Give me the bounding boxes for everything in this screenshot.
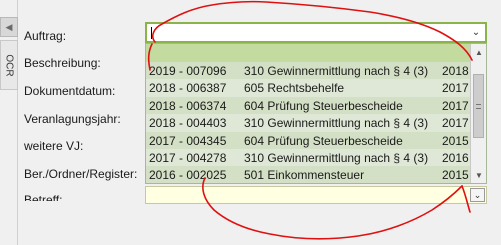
row-year: 2015 bbox=[442, 133, 469, 148]
row-auftrag-number: 2018 - 004403 bbox=[149, 116, 227, 131]
dropdown-row[interactable]: 2017 - 004345 604 Prüfung Steuerbescheid… bbox=[146, 131, 486, 149]
dropdown-row[interactable]: 2019 - 007096 310 Gewinnermittlung nach … bbox=[146, 62, 486, 80]
dropdown-scrollbar[interactable]: ▲ ▼ bbox=[470, 44, 486, 183]
row-description: 605 Rechtsbehelfe bbox=[244, 81, 345, 96]
auftrag-combobox[interactable]: ⌄ bbox=[145, 22, 487, 43]
label-betreff: Betreff: bbox=[24, 193, 63, 201]
ocr-tab-label: OCR bbox=[3, 53, 15, 77]
dropdown-row[interactable]: 2018 - 004403 310 Gewinnermittlung nach … bbox=[146, 114, 486, 131]
scroll-up-icon[interactable]: ▲ bbox=[471, 44, 486, 60]
panel-scroll-left-arrow[interactable]: ◀ bbox=[0, 17, 18, 37]
dropdown-row[interactable]: 2017 - 004278 310 Gewinnermittlung nach … bbox=[146, 149, 486, 166]
row-auftrag-number: 2018 - 006374 bbox=[149, 98, 227, 113]
scrollbar-thumb[interactable] bbox=[473, 74, 484, 138]
dropdown-row[interactable]: 2018 - 006374 604 Prüfung Steuerbescheid… bbox=[146, 96, 486, 115]
row-description: 604 Prüfung Steuerbescheide bbox=[244, 98, 403, 113]
label-veranlagungsjahr: Veranlagungsjahr: bbox=[24, 112, 121, 126]
betreff-combobox[interactable]: ⌄ bbox=[145, 186, 487, 204]
row-description: 310 Gewinnermittlung nach § 4 (3) bbox=[244, 116, 429, 131]
label-ber-ordner-register: Ber./Ordner/Register: bbox=[24, 167, 138, 181]
row-year: 2017 bbox=[442, 116, 469, 131]
scroll-down-icon[interactable]: ▼ bbox=[471, 167, 486, 183]
row-year: 2016 bbox=[442, 150, 469, 165]
chevron-down-icon[interactable]: ⌄ bbox=[470, 188, 485, 202]
row-year: 2018 bbox=[442, 64, 469, 78]
text-caret bbox=[151, 27, 152, 39]
row-auftrag-number: 2018 - 006387 bbox=[149, 81, 227, 96]
row-description: 310 Gewinnermittlung nach § 4 (3) bbox=[244, 150, 429, 165]
row-year: 2017 bbox=[442, 81, 469, 96]
label-beschreibung: Beschreibung: bbox=[24, 56, 101, 70]
label-dokumentdatum: Dokumentdatum: bbox=[24, 84, 116, 98]
label-auftrag: Auftrag: bbox=[24, 29, 67, 43]
triangle-left-icon: ◀ bbox=[5, 21, 13, 32]
dropdown-row[interactable]: 2018 - 006387 605 Rechtsbehelfe 2017 bbox=[146, 79, 486, 96]
ocr-tab[interactable]: OCR bbox=[0, 40, 18, 90]
dropdown-header bbox=[146, 44, 486, 62]
grip-icon bbox=[476, 103, 481, 109]
chevron-down-icon[interactable]: ⌄ bbox=[467, 24, 485, 41]
row-description: 604 Prüfung Steuerbescheide bbox=[244, 133, 403, 148]
row-year: 2017 bbox=[442, 98, 469, 113]
row-auftrag-number: 2017 - 004345 bbox=[149, 133, 227, 148]
dropdown-row[interactable]: 2016 - 002025 501 Einkommensteuer 2015 bbox=[146, 166, 486, 183]
row-description: 310 Gewinnermittlung nach § 4 (3) bbox=[244, 64, 429, 78]
row-auftrag-number: 2019 - 007096 bbox=[149, 64, 227, 78]
row-year: 2015 bbox=[442, 168, 469, 183]
label-weitere-vj: weitere VJ: bbox=[24, 139, 84, 153]
left-side-panel: ◀ OCR bbox=[0, 0, 18, 245]
row-auftrag-number: 2016 - 002025 bbox=[149, 168, 227, 183]
row-description: 501 Einkommensteuer bbox=[244, 168, 365, 183]
row-auftrag-number: 2017 - 004278 bbox=[149, 150, 227, 165]
auftrag-dropdown-list: 2019 - 007096 310 Gewinnermittlung nach … bbox=[145, 43, 487, 184]
